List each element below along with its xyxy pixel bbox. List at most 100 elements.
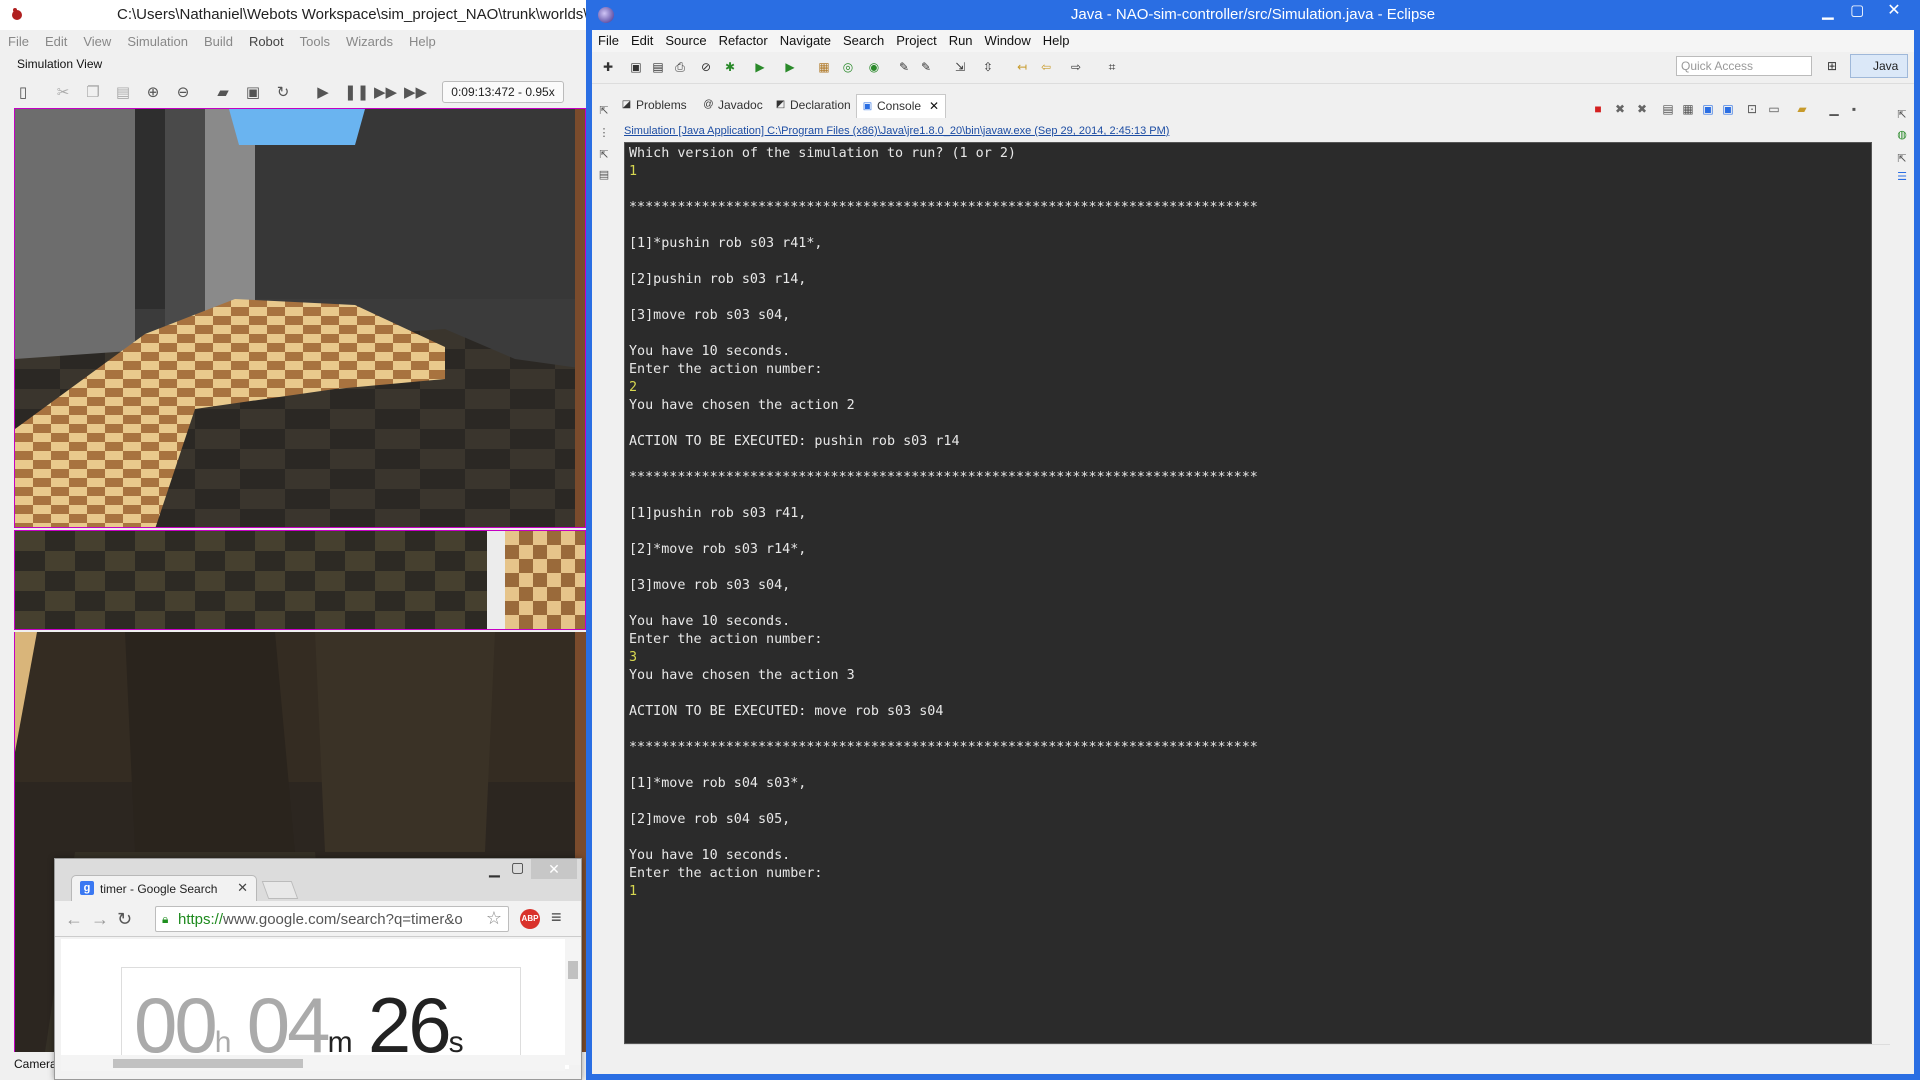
bookmark-star-icon[interactable]: ☆ xyxy=(486,908,502,929)
console-horizontal-scrollbar[interactable] xyxy=(624,1044,1890,1060)
eclipse-menu-refactor[interactable]: Refactor xyxy=(713,30,774,51)
eclipse-menu-file[interactable]: File xyxy=(592,30,625,51)
tab-close-icon[interactable]: ✕ xyxy=(237,880,248,896)
webots-menu-file[interactable]: File xyxy=(0,31,37,52)
copy-icon[interactable]: ❐ xyxy=(84,84,102,102)
step-icon[interactable]: ▶ xyxy=(314,84,332,102)
debug-icon[interactable]: ✱ xyxy=(722,59,738,75)
eclipse-menu-search[interactable]: Search xyxy=(837,30,890,51)
display-console-icon[interactable]: ▭ xyxy=(1766,101,1782,117)
restore-icon[interactable]: ⇱ xyxy=(1895,152,1909,166)
show-on-stderr-icon[interactable]: ▣ xyxy=(1720,101,1736,117)
eclipse-menu-run[interactable]: Run xyxy=(943,30,979,51)
fast-icon[interactable]: ▶▶ xyxy=(404,84,427,102)
new-package-icon[interactable]: ◎ xyxy=(840,59,856,75)
java-perspective-button[interactable]: Java xyxy=(1850,54,1908,78)
tab-javadoc[interactable]: @ Javadoc xyxy=(700,96,762,118)
open-world-icon[interactable]: ▰ xyxy=(214,84,232,102)
maximize-view-icon[interactable]: ▪ xyxy=(1846,101,1862,117)
chrome-maximize-icon[interactable]: ▢ xyxy=(511,859,524,876)
chrome-tab-timer[interactable]: g timer - Google Search ✕ xyxy=(71,875,257,901)
minimize-view-icon[interactable]: ▁ xyxy=(1826,101,1842,117)
show-on-stdout-icon[interactable]: ▣ xyxy=(1700,101,1716,117)
print-icon[interactable]: ⎙ xyxy=(672,59,688,75)
webots-menu-wizards[interactable]: Wizards xyxy=(338,31,401,52)
outline-icon[interactable]: ▤ xyxy=(597,168,611,182)
reload-icon[interactable]: ↻ xyxy=(117,909,132,930)
webots-titlebar[interactable]: C:\Users\Nathaniel\Webots Workspace\sim_… xyxy=(0,0,586,30)
forward-icon[interactable]: → xyxy=(91,909,109,930)
restore-icon[interactable]: ⇱ xyxy=(597,104,611,118)
run-icon[interactable]: ▶▶ xyxy=(374,84,397,102)
annotation-icon[interactable]: ⇲ xyxy=(952,59,968,75)
remove-all-terminated-icon[interactable]: ✖ xyxy=(1634,101,1650,117)
save-icon[interactable]: ▣ xyxy=(628,59,644,75)
scroll-lock-icon[interactable]: ▤ xyxy=(1660,101,1676,117)
chrome-vertical-scrollbar[interactable] xyxy=(565,939,581,1065)
chrome-close-button[interactable]: ✕ xyxy=(531,859,577,879)
eclipse-titlebar[interactable]: Java - NAO-sim-controller/src/Simulation… xyxy=(586,0,1920,30)
external-tools-icon[interactable]: ▶ xyxy=(782,59,798,75)
webots-menu-help[interactable]: Help xyxy=(401,31,444,52)
open-console-icon[interactable]: ▰ xyxy=(1794,101,1810,117)
eclipse-menu-help[interactable]: Help xyxy=(1037,30,1076,51)
save-world-icon[interactable]: ▣ xyxy=(244,84,262,102)
new-icon[interactable]: ✚ xyxy=(600,59,616,75)
back-icon[interactable]: ← xyxy=(65,909,83,930)
simulation-3d-view[interactable] xyxy=(14,108,586,528)
cut-icon[interactable]: ✂ xyxy=(54,84,72,102)
revert-icon[interactable]: ↻ xyxy=(274,84,292,102)
webots-menu-view[interactable]: View xyxy=(75,31,119,52)
scroll-thumb[interactable] xyxy=(568,961,578,979)
console-output[interactable]: Which version of the simulation to run? … xyxy=(624,142,1872,1044)
new-tab-button[interactable] xyxy=(261,881,299,899)
restore-icon[interactable]: ⇱ xyxy=(597,148,611,162)
run-icon[interactable]: ▶ xyxy=(752,59,768,75)
eclipse-menu-window[interactable]: Window xyxy=(979,30,1037,51)
adblock-icon[interactable]: ABP xyxy=(520,909,540,929)
clear-console-icon[interactable]: ▦ xyxy=(1680,101,1696,117)
pin-editor-icon[interactable]: ⌗ xyxy=(1104,59,1120,75)
forward-icon[interactable]: ⇨ xyxy=(1068,59,1084,75)
restore-icon[interactable]: ⇱ xyxy=(1895,108,1909,122)
terminate-icon[interactable]: ■ xyxy=(1590,101,1606,117)
chrome-menu-icon[interactable]: ≡ xyxy=(551,907,562,928)
webots-menu-edit[interactable]: Edit xyxy=(37,31,75,52)
eclipse-menu-navigate[interactable]: Navigate xyxy=(774,30,837,51)
package-explorer-icon[interactable]: ⋮ xyxy=(597,126,611,140)
save-all-icon[interactable]: ▤ xyxy=(650,59,666,75)
tab-declaration[interactable]: ◩ Declaration xyxy=(772,96,851,118)
quick-access-input[interactable]: Quick Access xyxy=(1676,56,1812,76)
webots-menu-simulation[interactable]: Simulation xyxy=(119,31,196,52)
console-close-icon[interactable]: ✕ xyxy=(929,95,939,117)
pin-console-icon[interactable]: ⊡ xyxy=(1744,101,1760,117)
console-vertical-scrollbar[interactable] xyxy=(1872,142,1890,1044)
address-bar[interactable]: 🔒︎ https://www.google.com/search?q=timer… xyxy=(155,906,509,932)
add-icon[interactable]: ⊕ xyxy=(144,84,162,102)
new-java-project-icon[interactable]: ▦ xyxy=(816,59,832,75)
search-icon[interactable]: ✎ xyxy=(918,59,934,75)
chrome-horizontal-scrollbar[interactable] xyxy=(61,1055,565,1071)
open-type-icon[interactable]: ✎ xyxy=(896,59,912,75)
remove-launch-icon[interactable]: ✖ xyxy=(1612,101,1628,117)
eclipse-menu-edit[interactable]: Edit xyxy=(625,30,659,51)
webots-menu-build[interactable]: Build xyxy=(196,31,241,52)
task-list-icon[interactable]: ◍ xyxy=(1895,128,1909,142)
chrome-minimize-icon[interactable]: ▁ xyxy=(489,861,500,878)
toggle-panel-icon[interactable]: ▯ xyxy=(14,84,32,102)
eclipse-minimize-icon[interactable]: ▁ xyxy=(1822,2,1834,20)
scroll-thumb[interactable] xyxy=(113,1059,303,1068)
tab-console[interactable]: ▣ Console ✕ xyxy=(856,94,947,118)
webots-menu-tools[interactable]: Tools xyxy=(292,31,338,52)
next-annotation-icon[interactable]: ⇳ xyxy=(980,59,996,75)
pause-icon[interactable]: ❚❚ xyxy=(344,84,369,102)
eclipse-close-button[interactable]: ✕ xyxy=(1874,0,1914,22)
skip-breakpoints-icon[interactable]: ⊘ xyxy=(698,59,714,75)
eclipse-maximize-icon[interactable]: ▢ xyxy=(1850,1,1864,19)
remove-icon[interactable]: ⊖ xyxy=(174,84,192,102)
last-edit-icon[interactable]: ↤ xyxy=(1014,59,1030,75)
paste-icon[interactable]: ▤ xyxy=(114,84,132,102)
new-class-icon[interactable]: ◉ xyxy=(866,59,882,75)
eclipse-menu-project[interactable]: Project xyxy=(890,30,942,51)
open-perspective-icon[interactable]: ⊞ xyxy=(1824,58,1840,74)
